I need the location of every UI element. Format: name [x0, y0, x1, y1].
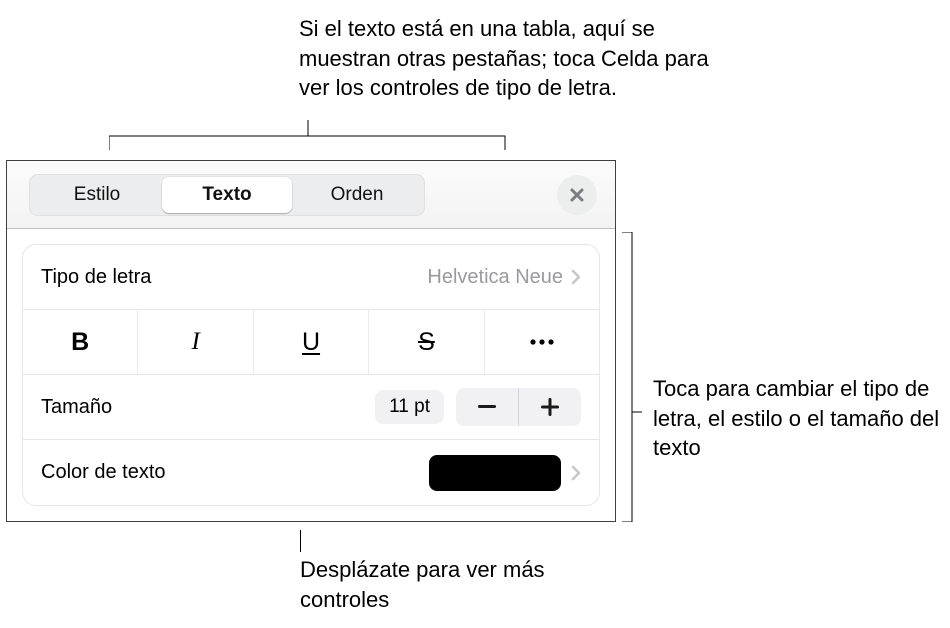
text-color-label: Color de texto	[41, 461, 429, 484]
plus-icon	[541, 398, 559, 416]
font-row[interactable]: Tipo de letra Helvetica Neue	[23, 245, 599, 310]
panel-body: Tipo de letra Helvetica Neue B I U S	[22, 244, 600, 506]
more-button[interactable]	[485, 310, 599, 374]
text-color-row[interactable]: Color de texto	[23, 440, 599, 505]
size-label: Tamaño	[41, 396, 375, 419]
callout-bottom: Desplázate para ver más controles	[300, 555, 560, 614]
size-decrease-button[interactable]	[456, 388, 518, 426]
underline-button[interactable]: U	[254, 310, 369, 374]
tab-style[interactable]: Estilo	[32, 177, 162, 213]
ellipsis-icon	[529, 338, 555, 346]
callout-top-bracket	[109, 120, 507, 150]
close-button[interactable]	[557, 175, 597, 215]
tab-order[interactable]: Orden	[292, 177, 422, 213]
size-increase-button[interactable]	[519, 388, 581, 426]
panel-header: Estilo Texto Orden	[7, 161, 615, 229]
strikethrough-button[interactable]: S	[369, 310, 484, 374]
callout-bottom-line	[300, 530, 301, 552]
callout-right-bracket	[622, 232, 642, 522]
font-value: Helvetica Neue	[427, 266, 563, 289]
segmented-control: Estilo Texto Orden	[29, 174, 425, 216]
font-label: Tipo de letra	[41, 266, 427, 289]
size-row: Tamaño 11 pt	[23, 375, 599, 440]
tab-text[interactable]: Texto	[162, 177, 292, 213]
chevron-right-icon	[571, 269, 581, 285]
callout-top: Si el texto está en una tabla, aquí se m…	[299, 14, 729, 103]
text-color-swatch[interactable]	[429, 455, 561, 491]
minus-icon	[478, 405, 496, 409]
format-panel: Estilo Texto Orden Tipo de letra Helveti…	[6, 160, 616, 522]
chevron-right-icon	[571, 465, 581, 481]
size-value[interactable]: 11 pt	[375, 390, 444, 424]
close-icon	[569, 187, 585, 203]
font-style-row: B I U S	[23, 310, 599, 375]
size-stepper	[456, 388, 581, 426]
callout-right: Toca para cambiar el tipo de letra, el e…	[653, 374, 943, 463]
bold-button[interactable]: B	[23, 310, 138, 374]
italic-button[interactable]: I	[138, 310, 253, 374]
